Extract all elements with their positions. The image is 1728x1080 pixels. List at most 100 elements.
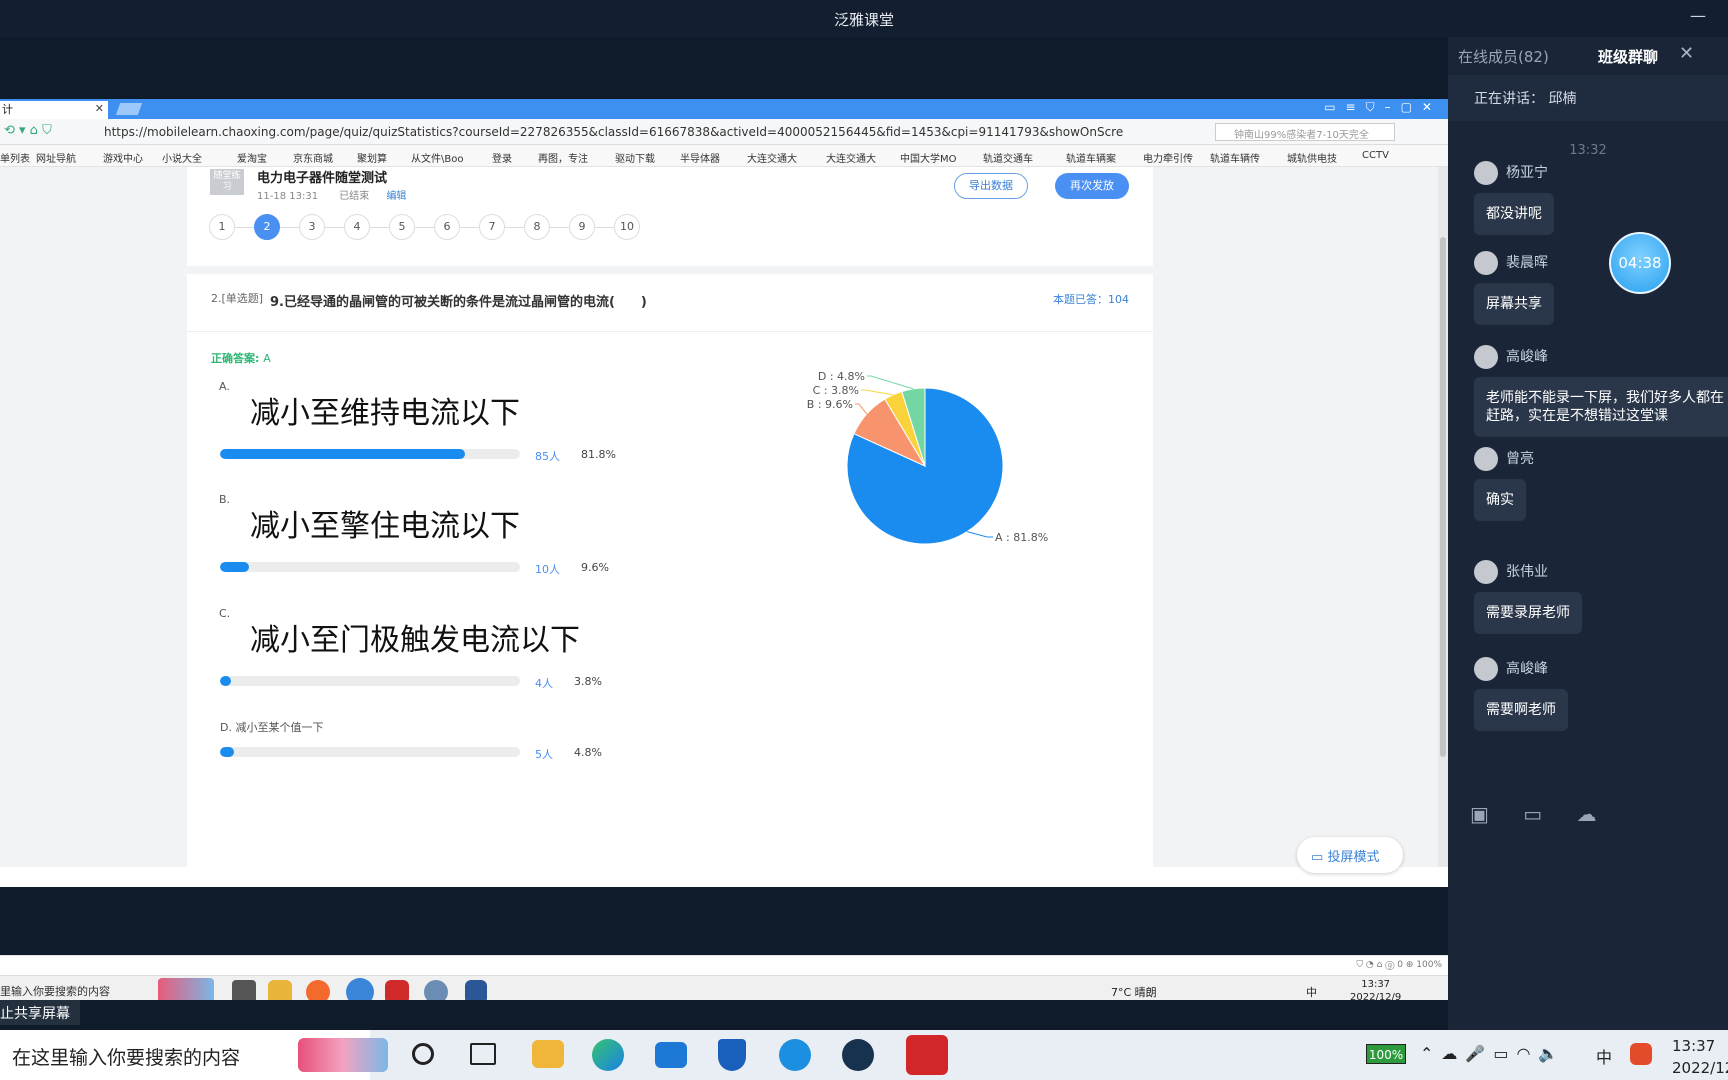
inner-ime[interactable]: 中: [1306, 984, 1317, 1000]
nav-controls-icon[interactable]: ⟲ ▾ ⌂ ⛉: [4, 123, 52, 138]
quiz-state: 已结束: [339, 191, 370, 202]
option-d-bar: [220, 747, 520, 757]
pie-leader-line: [861, 389, 894, 396]
inner-search-box[interactable]: 里输入你要搜索的内容: [0, 983, 110, 999]
edit-link[interactable]: 编辑: [386, 191, 406, 202]
export-data-button[interactable]: 导出数据: [954, 173, 1028, 199]
folder-icon[interactable]: ▭: [1523, 802, 1542, 826]
answered-count: 本题已答：104: [1053, 293, 1129, 306]
bookmark-item[interactable]: 聚划算: [357, 150, 387, 165]
avatar[interactable]: [1474, 657, 1498, 681]
chat-bubble[interactable]: 需要录屏老师: [1474, 592, 1582, 634]
bookmark-item[interactable]: 驱动下载: [615, 150, 655, 165]
bookmark-item[interactable]: 轨道车辆传: [1210, 150, 1260, 165]
browser-tab[interactable]: 计 ✕: [0, 101, 108, 119]
bookmark-item[interactable]: 再图，专注: [538, 150, 588, 165]
chat-bubble[interactable]: 需要啊老师: [1474, 689, 1568, 731]
sogou-ime-icon[interactable]: [1630, 1043, 1652, 1065]
bookmark-item[interactable]: 单列表: [0, 150, 30, 165]
taskbar-ime[interactable]: 中: [1596, 1044, 1612, 1068]
stop-share-button[interactable]: 止共享屏幕: [0, 1000, 80, 1025]
bookmark-item[interactable]: CCTV: [1362, 150, 1389, 161]
avatar[interactable]: [1474, 447, 1498, 471]
cortana-icon[interactable]: [412, 1043, 434, 1065]
resend-button[interactable]: 再次发放: [1055, 173, 1129, 199]
window-controls[interactable]: ▭≡⛉–▢✕: [1324, 100, 1442, 115]
chaoxing-app-icon[interactable]: [906, 1035, 948, 1075]
inner-firefox-icon[interactable]: [306, 980, 330, 1000]
question-nav-6[interactable]: 6: [434, 214, 460, 240]
taskbar-clock[interactable]: 13:37 2022/12/9: [1672, 1035, 1728, 1079]
file-explorer-icon[interactable]: [532, 1040, 564, 1068]
tab-online-members[interactable]: 在线成员(82): [1458, 46, 1549, 67]
close-icon[interactable]: ✕: [1679, 43, 1694, 64]
chat-bubble[interactable]: 老师能不能录一下屏，我们好多人都在赶路，实在是不想错过这堂课: [1474, 377, 1728, 437]
ie-browser-icon[interactable]: [779, 1039, 811, 1071]
close-tab-icon[interactable]: ✕: [95, 102, 104, 115]
task-view-icon[interactable]: [470, 1043, 496, 1065]
system-tray[interactable]: ⌃☁🎤▭◠🔈: [1420, 1044, 1566, 1063]
announcement-icon[interactable]: ▣: [1470, 802, 1489, 826]
bookmark-item[interactable]: 小说大全: [162, 150, 202, 165]
inner-chaoxing-icon[interactable]: [385, 980, 409, 1000]
bookmark-item[interactable]: 城轨供电技: [1287, 150, 1337, 165]
question-nav-connector: [550, 227, 569, 228]
bookmark-item[interactable]: 轨道交通车: [983, 150, 1033, 165]
avatar[interactable]: [1474, 560, 1498, 584]
edge-icon[interactable]: [592, 1039, 624, 1071]
mail-icon[interactable]: [655, 1042, 687, 1068]
tab-class-chat[interactable]: 班级群聊: [1598, 46, 1658, 67]
url-field[interactable]: https://mobilelearn.chaoxing.com/page/qu…: [104, 125, 1124, 139]
question-nav-4[interactable]: 4: [344, 214, 370, 240]
question-nav-8[interactable]: 8: [524, 214, 550, 240]
question-nav-10[interactable]: 10: [614, 214, 640, 240]
battery-indicator[interactable]: 100%: [1366, 1044, 1406, 1064]
inner-sogou-icon[interactable]: [346, 978, 374, 1000]
pie-leader-line: [867, 375, 914, 390]
browser-search-input[interactable]: 钟南山99%感染者7-10天完全: [1215, 123, 1395, 141]
bookmark-item[interactable]: 爱淘宝: [237, 150, 267, 165]
avatar[interactable]: [1474, 251, 1498, 275]
bookmark-item[interactable]: 网址导航: [36, 150, 76, 165]
bookmark-item[interactable]: 半导体器: [680, 150, 720, 165]
inner-task-view-icon[interactable]: [232, 980, 256, 1000]
question-header: 2.[单选题] 9.已经导通的晶闸管的可被关断的条件是流过晶闸管的电流( ) 本…: [187, 274, 1153, 332]
windows-taskbar: 在这里输入你要搜索的内容 100% ⌃☁🎤▭◠🔈 中 13:37 2022/12…: [0, 1030, 1728, 1080]
question-nav-3[interactable]: 3: [299, 214, 325, 240]
bookmark-item[interactable]: 大连交通大: [747, 150, 797, 165]
timer-badge[interactable]: 04:38: [1609, 232, 1671, 294]
inner-paint-icon[interactable]: [424, 980, 448, 1000]
bookmark-item[interactable]: 游戏中心: [103, 150, 143, 165]
zoom-level[interactable]: 100%: [1416, 960, 1442, 970]
option-c-count: 4人: [535, 677, 553, 690]
question-nav-2[interactable]: 2: [254, 214, 280, 240]
chat-bubble[interactable]: 屏幕共享: [1474, 283, 1554, 325]
new-tab-button[interactable]: [115, 103, 143, 115]
scrollbar-thumb[interactable]: [1440, 237, 1446, 757]
cast-mode-button[interactable]: ▭ 投屏模式: [1297, 837, 1403, 873]
inner-word-icon[interactable]: [465, 980, 487, 1000]
steam-icon[interactable]: [842, 1039, 874, 1071]
page-content: 随堂练习 电力电子器件随堂测试 11-18 13:31 已结束 编辑 导出数据 …: [0, 167, 1440, 867]
quiz-thumbnail: 随堂练习: [210, 169, 244, 195]
bookmark-item[interactable]: 电力牵引传: [1143, 150, 1193, 165]
bookmark-item[interactable]: 京东商城: [293, 150, 333, 165]
bookmark-item[interactable]: 轨道车辆案: [1066, 150, 1116, 165]
bookmark-item[interactable]: 登录: [492, 150, 512, 165]
inner-file-explorer-icon[interactable]: [268, 980, 292, 1000]
question-nav-5[interactable]: 5: [389, 214, 415, 240]
avatar[interactable]: [1474, 345, 1498, 369]
chat-bubble[interactable]: 确实: [1474, 479, 1526, 521]
chat-bubble[interactable]: 都没讲呢: [1474, 193, 1554, 235]
page-scrollbar[interactable]: [1438, 167, 1448, 867]
minimize-button[interactable]: —: [1690, 6, 1706, 25]
bookmark-item[interactable]: 中国大学MO: [900, 150, 957, 165]
bookmark-item[interactable]: 大连交通大: [826, 150, 876, 165]
question-nav-9[interactable]: 9: [569, 214, 595, 240]
avatar[interactable]: [1474, 161, 1498, 185]
cloud-icon[interactable]: ☁: [1577, 802, 1597, 826]
question-nav-7[interactable]: 7: [479, 214, 505, 240]
security-shield-icon[interactable]: [718, 1039, 746, 1071]
question-nav-1[interactable]: 1: [209, 214, 235, 240]
bookmark-item[interactable]: 从文件\Boo: [411, 150, 463, 165]
